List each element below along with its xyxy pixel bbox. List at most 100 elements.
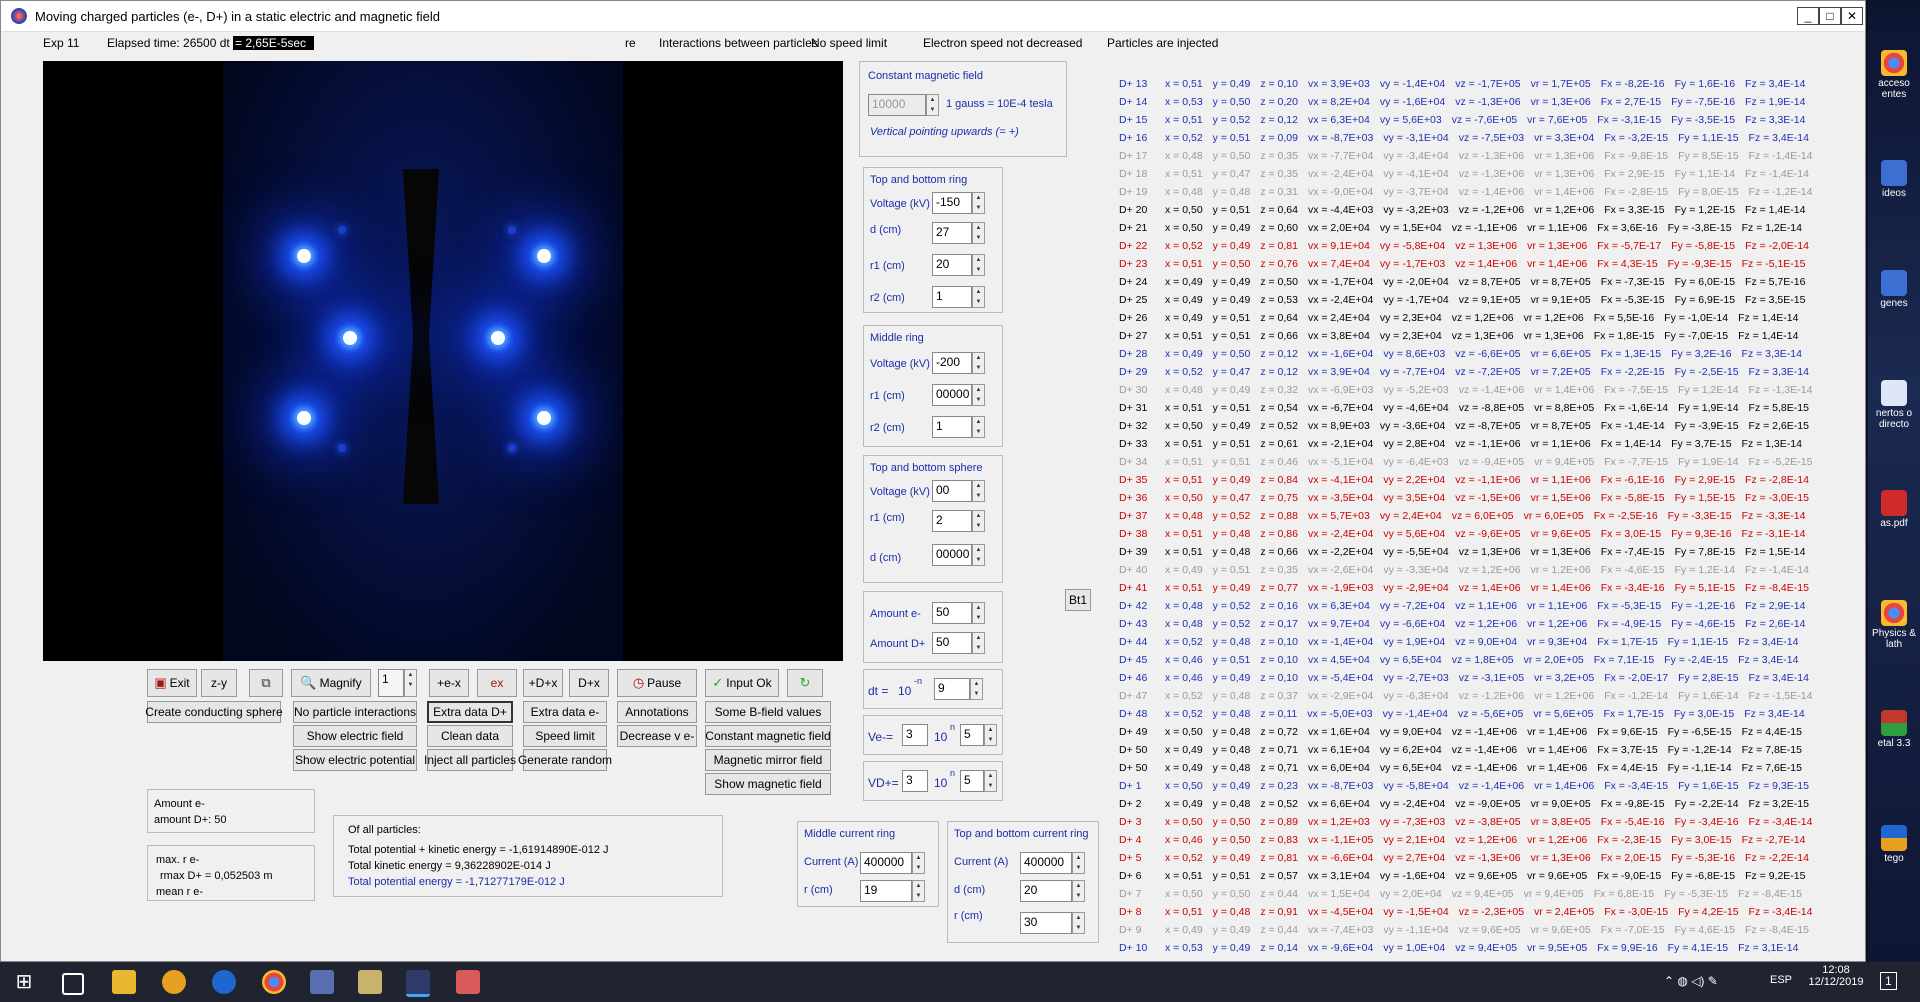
close-button[interactable]: ✕ [1841, 7, 1863, 25]
tb-d-cm-spinner[interactable]: ▲ ▼ [972, 222, 985, 244]
sphere-d-spinner[interactable]: ▲ ▼ [972, 544, 985, 566]
maximize-button[interactable]: □ [1819, 7, 1841, 25]
no-interactions-button[interactable]: No particle interactions [293, 701, 417, 723]
dt-spinner[interactable]: ▲ ▼ [970, 678, 983, 700]
bt1-button[interactable]: Bt1 [1065, 589, 1091, 611]
magnetic-field-spinner[interactable]: ▲ ▼ [926, 94, 939, 116]
some-b-values-button[interactable]: Some B-field values [705, 701, 831, 723]
tb-current-input[interactable]: 400000 [1020, 852, 1072, 874]
mail-icon[interactable] [162, 970, 186, 994]
clean-data-button[interactable]: Clean data [427, 725, 513, 747]
vd-spinner[interactable]: ▲ ▼ [984, 770, 997, 792]
show-electric-field-button[interactable]: Show electric field [293, 725, 417, 747]
create-sphere-button[interactable]: Create conducting sphere [145, 701, 283, 723]
clock[interactable]: 12:08 12/12/2019 [1806, 964, 1866, 988]
middle-r-input[interactable]: 19 [860, 880, 912, 902]
constant-magnetic-field-button[interactable]: Constant magnetic field [705, 725, 831, 747]
chrome-icon[interactable] [262, 970, 286, 994]
ve-mantissa-input[interactable]: 3 [902, 724, 928, 746]
mid-r1-spinner[interactable]: ▲ ▼ [972, 384, 985, 406]
magnify-input[interactable]: 1 [378, 669, 404, 697]
tb-r1-input[interactable]: 20 [932, 254, 972, 276]
desktop-shortcut[interactable]: genes [1872, 270, 1916, 309]
amount-d-spinner[interactable]: ▲ ▼ [972, 632, 985, 654]
start-icon[interactable]: ⊞ [12, 970, 36, 994]
extra-data-d-button[interactable]: Extra data D+ [427, 701, 513, 723]
mid-r2-spinner[interactable]: ▲ ▼ [972, 416, 985, 438]
edge-icon[interactable] [212, 970, 236, 994]
refresh-button[interactable]: ↻ [787, 669, 823, 697]
app-icon[interactable] [310, 970, 334, 994]
museum-icon[interactable] [358, 970, 382, 994]
mid-voltage-spinner[interactable]: ▲ ▼ [972, 352, 985, 374]
magnify-button[interactable]: 🔍 Magnify [291, 669, 371, 697]
graph-app-icon[interactable] [456, 970, 480, 994]
mid-voltage-input[interactable]: -200 [932, 352, 972, 374]
tb-voltage-input[interactable]: -150 [932, 192, 972, 214]
pause-button[interactable]: ◷ Pause [617, 669, 697, 697]
input-ok-button[interactable]: ✓ Input Ok [705, 669, 779, 697]
task-view-icon[interactable] [62, 973, 84, 995]
desktop-shortcut[interactable]: etal 3.3 [1872, 710, 1916, 749]
show-magnetic-field-button[interactable]: Show magnetic field [705, 773, 831, 795]
sphere-voltage-input[interactable]: 00 [932, 480, 972, 502]
simulation-app-icon[interactable] [406, 970, 430, 997]
generate-random-button[interactable]: Generate random [518, 749, 612, 771]
desktop-shortcut[interactable]: ideos [1872, 160, 1916, 199]
tb-r2-spinner[interactable]: ▲ ▼ [972, 286, 985, 308]
magnify-spinner[interactable]: ▲ ▼ [404, 669, 417, 697]
sphere-d-input[interactable]: 00000 [932, 544, 972, 566]
magnetic-field-input[interactable]: 10000 [868, 94, 926, 116]
electron-x-button[interactable]: ex [477, 669, 517, 697]
mid-r1-input[interactable]: 00000 [932, 384, 972, 406]
add-electron-button[interactable]: +e-x [429, 669, 469, 697]
tb-r2-input[interactable]: 1 [932, 286, 972, 308]
language-indicator[interactable]: ESP [1770, 974, 1792, 986]
notification-icon[interactable]: 1 [1880, 972, 1897, 990]
amount-e-spinner[interactable]: ▲ ▼ [972, 602, 985, 624]
desktop-shortcut[interactable]: nertos o directo [1872, 380, 1916, 430]
amount-e-input[interactable]: 50 [932, 602, 972, 624]
tb-voltage-spinner[interactable]: ▲ ▼ [972, 192, 985, 214]
tb-d-spinner[interactable]: ▲ ▼ [1072, 880, 1085, 902]
tb-r-spinner[interactable]: ▲ ▼ [1072, 912, 1085, 934]
decrease-ve-button[interactable]: Decrease v e- [617, 725, 697, 747]
simulation-canvas[interactable] [43, 61, 843, 661]
vd-exp-input[interactable]: 5 [960, 770, 984, 792]
tb-d-cm-input[interactable]: 27 [932, 222, 972, 244]
middle-current-input[interactable]: 400000 [860, 852, 912, 874]
mid-r2-input[interactable]: 1 [932, 416, 972, 438]
desktop-shortcut[interactable]: acceso entes [1872, 50, 1916, 100]
copy-button[interactable]: ⧉ [249, 669, 283, 697]
minimize-button[interactable]: _ [1797, 7, 1819, 25]
sphere-r1-input[interactable]: 2 [932, 510, 972, 532]
desktop-shortcut[interactable]: as.pdf [1872, 490, 1916, 529]
tray-icons[interactable]: ⌃ ◍ ◁) ✎ [1664, 974, 1718, 988]
ve-spinner[interactable]: ▲ ▼ [984, 724, 997, 746]
vd-mantissa-input[interactable]: 3 [902, 770, 928, 792]
deuteron-x-button[interactable]: D+x [569, 669, 609, 697]
middle-r-spinner[interactable]: ▲ ▼ [912, 880, 925, 902]
desktop-shortcut[interactable]: Physics & lath [1872, 600, 1916, 650]
file-explorer-icon[interactable] [112, 970, 136, 994]
ve-exp-input[interactable]: 5 [960, 724, 984, 746]
dt-input[interactable]: 9 [934, 678, 970, 700]
axis-toggle-button[interactable]: z-y [201, 669, 237, 697]
sphere-r1-spinner[interactable]: ▲ ▼ [972, 510, 985, 532]
amount-d-input[interactable]: 50 [932, 632, 972, 654]
exit-button[interactable]: ▣ Exit [147, 669, 197, 697]
middle-current-spinner[interactable]: ▲ ▼ [912, 852, 925, 874]
sphere-voltage-spinner[interactable]: ▲ ▼ [972, 480, 985, 502]
speed-limit-button[interactable]: Speed limit [523, 725, 607, 747]
magnetic-mirror-button[interactable]: Magnetic mirror field [705, 749, 831, 771]
annotations-button[interactable]: Annotations [617, 701, 697, 723]
tb-r-input[interactable]: 30 [1020, 912, 1072, 934]
add-deuteron-button[interactable]: +D+x [523, 669, 563, 697]
desktop-shortcut[interactable]: tego [1872, 825, 1916, 864]
extra-data-e-button[interactable]: Extra data e- [523, 701, 607, 723]
show-electric-potential-button[interactable]: Show electric potential [293, 749, 417, 771]
tb-current-spinner[interactable]: ▲ ▼ [1072, 852, 1085, 874]
inject-all-button[interactable]: Inject all particles [424, 749, 516, 771]
tb-r1-spinner[interactable]: ▲ ▼ [972, 254, 985, 276]
tb-d-input[interactable]: 20 [1020, 880, 1072, 902]
